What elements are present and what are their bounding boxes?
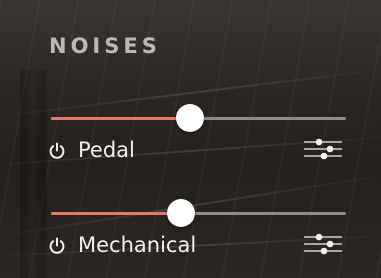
noises-panel: NOISES Pedal Mechanical (0, 0, 381, 278)
pedal-label: Pedal (78, 138, 135, 162)
mechanical-noise-row: Mechanical (0, 195, 381, 265)
mechanical-label: Mechanical (78, 233, 197, 257)
slider-fill (51, 212, 181, 215)
mechanical-level-slider[interactable] (51, 199, 346, 227)
slider-thumb[interactable] (175, 104, 204, 132)
pedal-noise-row: Pedal (0, 100, 381, 170)
sliders-icon[interactable] (302, 231, 344, 257)
slider-thumb[interactable] (166, 199, 195, 227)
sliders-icon[interactable] (302, 136, 344, 162)
power-icon[interactable] (48, 237, 66, 255)
pedal-level-slider[interactable] (51, 104, 346, 132)
panel-title: NOISES (49, 34, 161, 58)
slider-fill (51, 117, 190, 120)
power-icon[interactable] (48, 142, 66, 160)
